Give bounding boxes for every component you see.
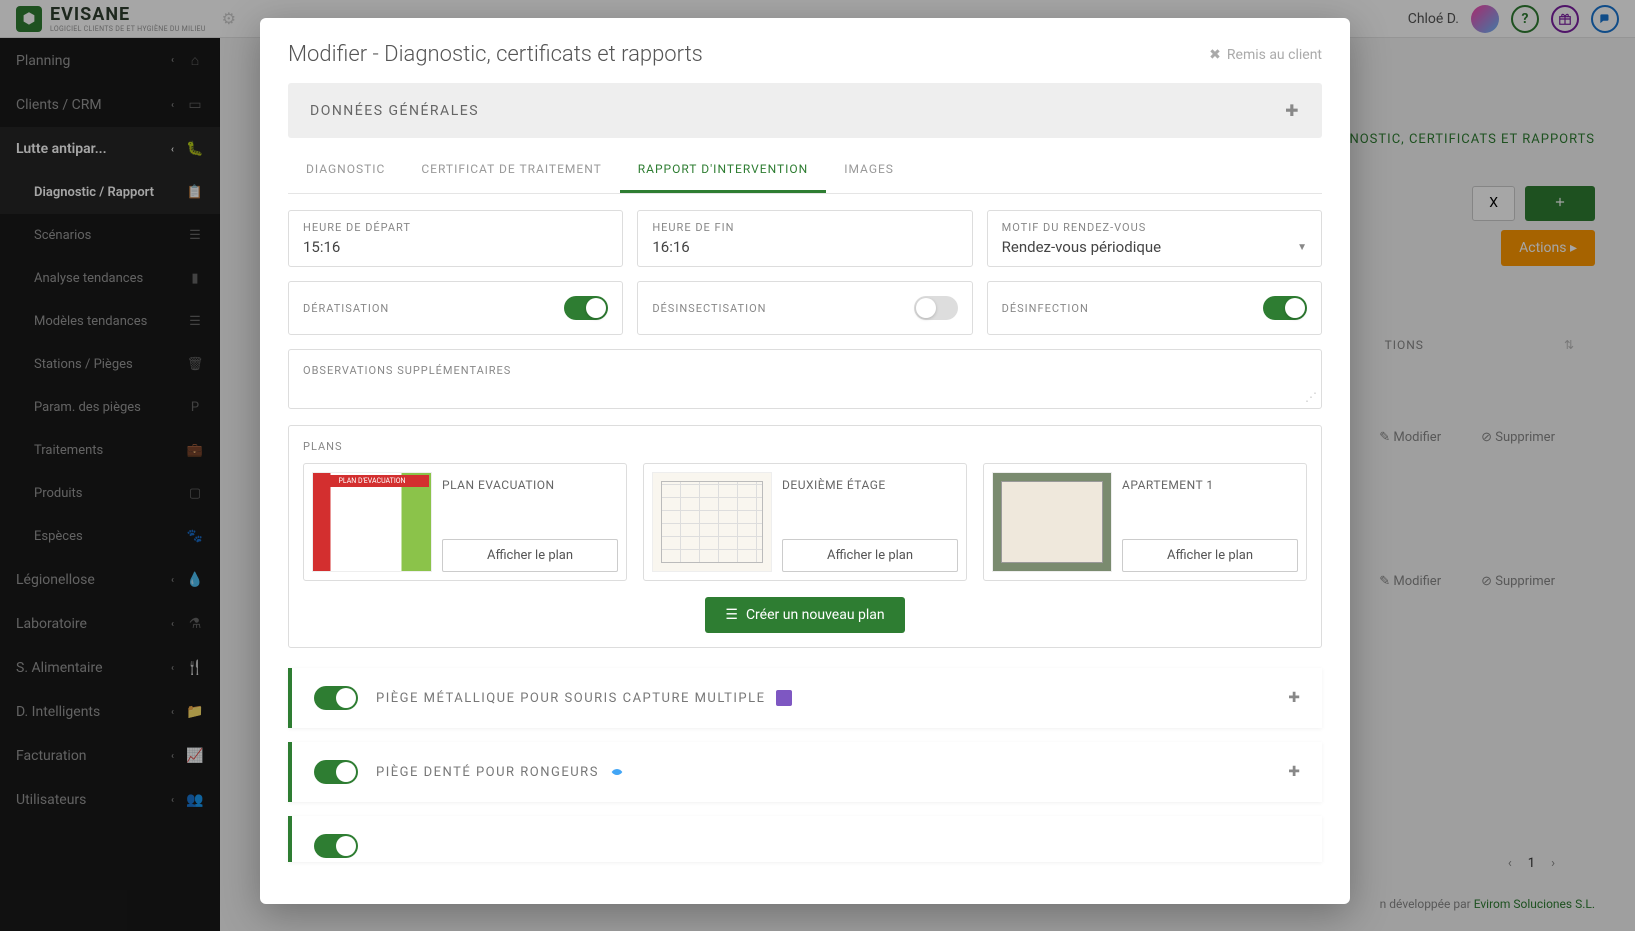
heure-fin-field[interactable]: HEURE DE FIN 16:16 [637,210,972,267]
close-icon: ✖ [1209,47,1221,63]
plus-icon: ✚ [1285,101,1300,120]
trap-panel[interactable] [288,816,1322,862]
trap-panel[interactable]: PIÈGE MÉTALLIQUE POUR SOURIS CAPTURE MUL… [288,668,1322,728]
field-value: 15:16 [303,238,608,256]
trap-toggle[interactable] [314,834,358,858]
deratisation-toggle-field: DÉRATISATION [288,281,623,335]
show-plan-button[interactable]: Afficher le plan [782,539,958,572]
panel-general-data[interactable]: DONNÉES GÉNÉRALES ✚ [288,83,1322,138]
plan-title: APARTEMENT 1 [1122,472,1298,492]
trap-toggle[interactable] [314,686,358,710]
toggle-label: DÉSINSECTISATION [652,302,766,315]
resize-handle-icon[interactable]: ⋰ [1305,390,1317,404]
plan-thumbnail-icon [312,472,432,572]
plan-card: APARTEMENT 1 Afficher le plan [983,463,1307,581]
toggle-label: DÉRATISATION [303,302,389,315]
section-label: PLANS [303,440,1307,453]
plan-thumbnail-icon [652,472,772,572]
observations-textarea[interactable]: OBSERVATIONS SUPPLÉMENTAIRES ⋰ [288,349,1322,409]
plus-icon: ✚ [1288,690,1300,706]
plans-section: PLANS PLAN EVACUATION Afficher le plan D… [288,425,1322,648]
field-value: 16:16 [652,238,957,256]
field-label: MOTIF DU RENDEZ-VOUS [1002,221,1307,234]
trap-toggle[interactable] [314,760,358,784]
remis-toggle[interactable]: ✖ Remis au client [1209,47,1322,63]
select-value: Rendez-vous périodique [1002,238,1161,256]
tab-certificat[interactable]: CERTIFICAT DE TRAITEMENT [403,148,619,193]
field-label: OBSERVATIONS SUPPLÉMENTAIRES [303,364,1307,377]
plan-title: DEUXIÈME ÉTAGE [782,472,958,492]
motif-select[interactable]: MOTIF DU RENDEZ-VOUS Rendez-vous périodi… [987,210,1322,267]
desinfection-toggle[interactable] [1263,296,1307,320]
plan-card: DEUXIÈME ÉTAGE Afficher le plan [643,463,967,581]
toggle-label: DÉSINFECTION [1002,302,1089,315]
trap-type-icon [609,764,625,780]
plan-thumbnail-icon [992,472,1112,572]
trap-label: PIÈGE MÉTALLIQUE POUR SOURIS CAPTURE MUL… [376,691,766,706]
field-label: HEURE DE FIN [652,221,957,234]
tab-diagnostic[interactable]: DIAGNOSTIC [288,148,403,193]
show-plan-button[interactable]: Afficher le plan [1122,539,1298,572]
edit-modal: Modifier - Diagnostic, certificats et ra… [260,18,1350,904]
create-plan-button[interactable]: ☰ Créer un nouveau plan [705,597,904,633]
desinsectisation-toggle-field: DÉSINSECTISATION [637,281,972,335]
tab-images[interactable]: IMAGES [826,148,912,193]
trap-type-icon [776,690,792,706]
heure-depart-field[interactable]: HEURE DE DÉPART 15:16 [288,210,623,267]
field-label: HEURE DE DÉPART [303,221,608,234]
trap-panel[interactable]: PIÈGE DENTÉ POUR RONGEURS ✚ [288,742,1322,802]
show-plan-button[interactable]: Afficher le plan [442,539,618,572]
list-icon: ☰ [725,607,738,623]
tabs: DIAGNOSTIC CERTIFICAT DE TRAITEMENT RAPP… [288,148,1322,194]
desinfection-toggle-field: DÉSINFECTION [987,281,1322,335]
plus-icon: ✚ [1288,764,1300,780]
tab-rapport[interactable]: RAPPORT D'INTERVENTION [620,148,826,193]
plan-card: PLAN EVACUATION Afficher le plan [303,463,627,581]
trap-label: PIÈGE DENTÉ POUR RONGEURS [376,765,599,780]
chevron-down-icon: ▼ [1297,242,1307,253]
desinsectisation-toggle[interactable] [914,296,958,320]
modal-title: Modifier - Diagnostic, certificats et ra… [288,42,703,67]
deratisation-toggle[interactable] [564,296,608,320]
plan-title: PLAN EVACUATION [442,472,618,492]
